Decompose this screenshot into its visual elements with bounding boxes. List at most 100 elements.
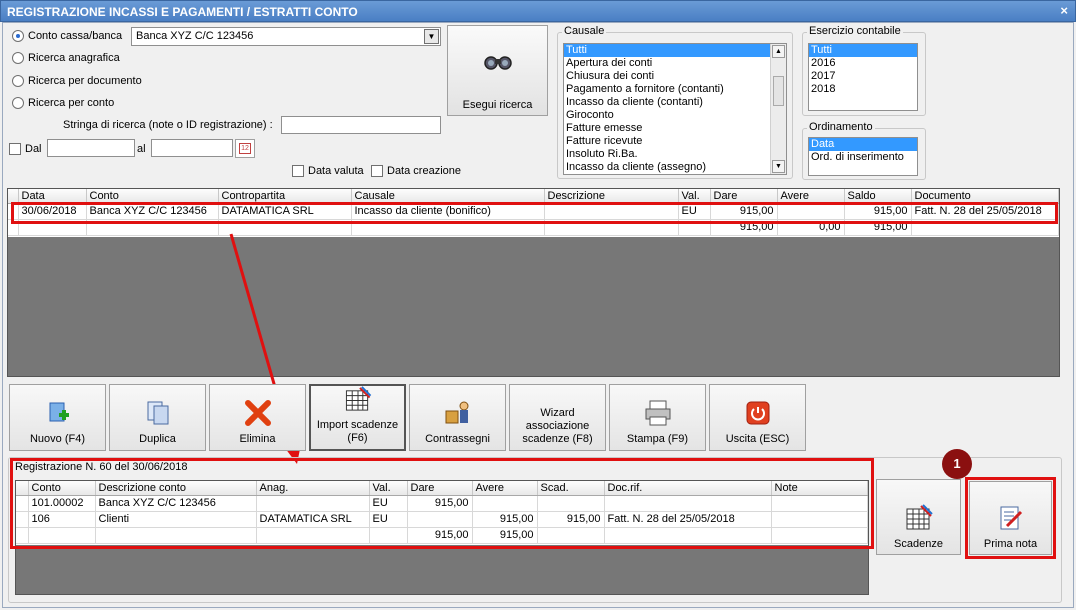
radio-button[interactable]: [12, 97, 24, 109]
checkbox[interactable]: [9, 143, 21, 155]
column-header[interactable]: Saldo: [844, 189, 912, 204]
esercizio-listbox[interactable]: Tutti 2016 2017 2018: [808, 43, 918, 111]
list-item[interactable]: 2017: [809, 70, 917, 83]
list-item[interactable]: Ord. di inserimento: [809, 151, 917, 164]
date-from-input[interactable]: [47, 139, 135, 157]
column-header[interactable]: Documento: [911, 189, 1059, 204]
import-grid-icon: [345, 386, 371, 411]
data-valuta-label: Data valuta: [308, 165, 364, 177]
causale-listbox[interactable]: Tutti Apertura dei conti Chiusura dei cont…: [563, 43, 787, 175]
radio-ricerca-documento[interactable]: Ricerca per documento: [12, 75, 142, 87]
scrollbar[interactable]: ▲ ▼: [770, 44, 786, 174]
data-creazione-label: Data creazione: [387, 165, 461, 177]
search-string-input[interactable]: [281, 116, 441, 134]
chevron-down-icon[interactable]: ▼: [424, 29, 439, 44]
column-header[interactable]: Dare: [710, 189, 778, 204]
column-header[interactable]: Val.: [678, 189, 711, 204]
courier-icon: [445, 401, 468, 424]
list-item[interactable]: 2018: [809, 83, 917, 96]
ordinamento-label: Ordinamento: [807, 121, 875, 133]
list-item[interactable]: Incasso da cliente (contanti): [564, 96, 786, 109]
toolbar-button-0[interactable]: Nuovo (F4): [9, 384, 106, 451]
toolbar-button-4[interactable]: Contrassegni: [409, 384, 506, 451]
list-item[interactable]: Tutti: [564, 44, 786, 57]
list-item[interactable]: 2016: [809, 57, 917, 70]
search-button-label: Esegui ricerca: [462, 99, 533, 111]
radio-ricerca-conto[interactable]: Ricerca per conto: [12, 97, 114, 109]
highlight-prima-nota: [965, 477, 1056, 559]
search-string-label: Stringa di ricerca (note o ID registrazi…: [63, 119, 273, 131]
window-titlebar: REGISTRAZIONE INCASSI E PAGAMENTI / ESTR…: [0, 0, 1076, 22]
delete-x-icon: [244, 400, 271, 426]
column-header[interactable]: Descrizione: [544, 189, 679, 204]
power-icon: [746, 401, 769, 425]
toolbar-button-5[interactable]: Wizard associazione scadenze (F8): [509, 384, 606, 451]
list-item[interactable]: Fatture emesse: [564, 122, 786, 135]
list-item[interactable]: Incasso da cliente (assegno): [564, 161, 786, 174]
radio-button[interactable]: [12, 75, 24, 87]
annotation-badge: 1: [942, 449, 972, 479]
calendar-icon[interactable]: 12: [235, 139, 255, 158]
scadenze-button[interactable]: Scadenze: [876, 479, 961, 555]
add-icon: [49, 402, 69, 422]
search-button[interactable]: Esegui ricerca: [447, 25, 548, 116]
scroll-thumb[interactable]: [773, 76, 784, 106]
radio-button[interactable]: [12, 30, 24, 42]
toolbar-button-label: Wizard associazione scadenze (F8): [522, 407, 593, 445]
list-item[interactable]: Pagamento a fornitore (contanti): [564, 83, 786, 96]
list-item[interactable]: Data: [809, 138, 917, 151]
column-header[interactable]: Contropartita: [218, 189, 352, 204]
esercizio-label: Esercizio contabile: [807, 25, 903, 37]
radio-ricerca-anagrafica[interactable]: Ricerca anagrafica: [12, 52, 120, 64]
causale-label: Causale: [562, 25, 607, 37]
al-label: al: [137, 143, 146, 155]
duplicate-icon: [147, 401, 168, 425]
scroll-down-icon[interactable]: ▼: [772, 160, 785, 173]
column-header[interactable]: Causale: [351, 189, 545, 204]
list-item[interactable]: Tutti: [809, 44, 917, 57]
toolbar-button-7[interactable]: Uscita (ESC): [709, 384, 806, 451]
toolbar-button-label: Elimina: [239, 433, 276, 445]
list-item[interactable]: Chiusura dei conti: [564, 70, 786, 83]
highlight-main-row: [11, 202, 1058, 224]
import-grid-icon: [906, 504, 933, 530]
toolbar-button-label: Duplica: [139, 433, 176, 445]
account-combo-value: Banca XYZ C/C 123456: [136, 30, 254, 42]
toolbar-button-1[interactable]: Duplica: [109, 384, 206, 451]
close-icon[interactable]: ×: [1060, 3, 1068, 18]
printer-icon: [645, 400, 670, 426]
scadenze-button-label: Scadenze: [894, 538, 943, 550]
list-item[interactable]: Insoluto Ri.Ba.: [564, 148, 786, 161]
toolbar-button-6[interactable]: Stampa (F9): [609, 384, 706, 451]
toolbar-button-2[interactable]: Elimina: [209, 384, 306, 451]
radio-label: Ricerca per documento: [28, 75, 142, 87]
dal-checkbox[interactable]: Dal: [9, 143, 42, 155]
radio-conto-cassa[interactable]: Conto cassa/banca: [12, 30, 122, 42]
list-item[interactable]: Giroconto: [564, 109, 786, 122]
data-valuta-checkbox[interactable]: Data valuta: [292, 165, 364, 177]
checkbox[interactable]: [371, 165, 383, 177]
window-title: REGISTRAZIONE INCASSI E PAGAMENTI / ESTR…: [7, 5, 358, 19]
toolbar-button-3[interactable]: Import scadenze (F6): [309, 384, 406, 451]
highlight-registration: [10, 458, 874, 549]
list-item[interactable]: Apertura dei conti: [564, 57, 786, 70]
dal-label: Dal: [25, 143, 42, 155]
calendar-icon-glyph: 12: [239, 143, 251, 154]
column-header[interactable]: Avere: [777, 189, 845, 204]
radio-button[interactable]: [12, 52, 24, 64]
date-to-input[interactable]: [151, 139, 233, 157]
column-header[interactable]: Conto: [86, 189, 219, 204]
checkbox[interactable]: [292, 165, 304, 177]
toolbar-button-label: Uscita (ESC): [725, 433, 790, 445]
radio-label: Ricerca per conto: [28, 97, 115, 109]
radio-label: Ricerca anagrafica: [28, 52, 120, 64]
toolbar-button-label: Nuovo (F4): [29, 433, 86, 445]
column-header[interactable]: Data: [18, 189, 87, 204]
toolbar-button-label: Stampa (F9): [626, 433, 689, 445]
toolbar-button-label: Import scadenze (F6): [316, 419, 399, 444]
account-combo[interactable]: Banca XYZ C/C 123456 ▼: [131, 27, 441, 46]
ordinamento-listbox[interactable]: Data Ord. di inserimento: [808, 137, 918, 176]
list-item[interactable]: Fatture ricevute: [564, 135, 786, 148]
scroll-up-icon[interactable]: ▲: [772, 45, 785, 58]
data-creazione-checkbox[interactable]: Data creazione: [371, 165, 461, 177]
